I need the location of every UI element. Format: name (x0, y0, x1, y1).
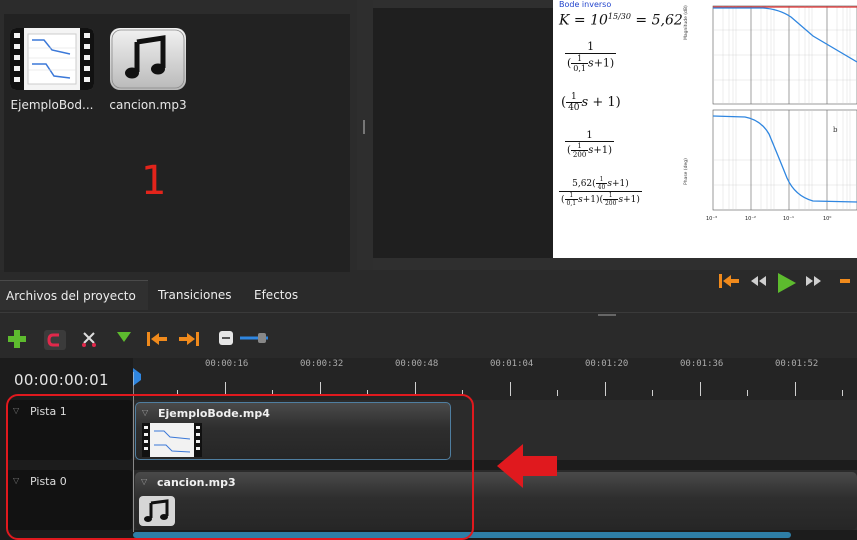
ruler-label: 00:01:04 (490, 359, 534, 369)
snap-magnet-icon[interactable] (44, 330, 66, 350)
timecode-display: 00:00:00:01 (0, 358, 133, 400)
track-pista-0: ▽ Pista 0 ▽ cancion.mp3 (0, 470, 857, 532)
file-item-audio[interactable]: cancion.mp3 (100, 28, 196, 112)
equation-transfer: 5,62(1 40 s+1)(1 0,1 s+1)(1 200 s+1) (559, 176, 642, 207)
previous-marker-icon[interactable] (146, 330, 168, 348)
tabs-divider (0, 312, 857, 313)
equation-pole-1: 1(1 0,1 s+1) (565, 40, 617, 73)
collapse-caret-icon[interactable]: ▽ (13, 476, 19, 485)
playhead-line (133, 372, 134, 532)
clip-video[interactable]: ▽ EjemploBode.mp4 (135, 402, 451, 460)
annotation-number: 1 (141, 158, 167, 204)
equation-pole-2: 1(1 200 s+1) (565, 130, 615, 159)
zoom-out-icon[interactable] (218, 330, 234, 346)
ruler-label: 00:00:48 (395, 359, 439, 369)
red-arrow-icon (497, 444, 557, 488)
track-lane[interactable]: ▽ EjemploBode.mp4 (133, 400, 857, 460)
zoom-slider[interactable] (238, 330, 270, 346)
track-pista-1: ▽ Pista 1 ▽ EjemploBode.mp4 (0, 400, 857, 462)
preview-letterbox (373, 8, 553, 258)
track-name: Pista 1 (30, 405, 67, 418)
project-files-panel: EjemploBod... cancion.mp3 1 (0, 0, 357, 272)
video-preview-panel: Bode inverso K = 1015/30 = 5,62 1(1 0,1 s+… (373, 0, 857, 270)
ruler-label: 00:00:16 (205, 359, 249, 369)
bode-xtick: 10⁻² (745, 216, 756, 222)
music-note-icon (110, 28, 186, 90)
preview-frame: Bode inverso K = 1015/30 = 5,62 1(1 0,1 s+… (553, 0, 857, 258)
timeline-horizontal-scrollbar[interactable] (133, 532, 791, 538)
equation-zero: (1 40 s + 1) (561, 92, 621, 113)
tab-project-files[interactable]: Archivos del proyecto (0, 280, 148, 310)
clip-title: EjemploBode.mp4 (158, 407, 270, 420)
razor-scissors-icon[interactable] (80, 330, 98, 348)
bode-ylabel-phase: Phase (deg) (683, 158, 689, 185)
track-header[interactable]: ▽ Pista 1 (6, 400, 132, 460)
equation-k: K = 1015/30 = 5,62 (559, 12, 683, 29)
bode-plot: Magnitude (dB) Phase (deg) b 10⁻³ 10⁻² 1… (683, 5, 857, 222)
openshot-window: EjemploBod... cancion.mp3 1 Bode inverso… (0, 0, 857, 540)
collapse-caret-icon[interactable]: ▽ (13, 406, 19, 415)
clip-audio[interactable]: ▽ cancion.mp3 (135, 472, 857, 530)
add-marker-icon[interactable] (116, 330, 132, 344)
video-clip-thumbnail-icon (142, 423, 202, 457)
bode-xtick: 10⁻¹ (783, 216, 794, 222)
file-label: EjemploBod... (10, 98, 94, 112)
file-label: cancion.mp3 (109, 98, 187, 112)
ruler-label: 00:01:20 (585, 359, 629, 369)
file-item-video[interactable]: EjemploBod... (4, 28, 100, 112)
clip-menu-caret-icon[interactable]: ▽ (142, 408, 148, 417)
video-thumbnail-icon (10, 28, 94, 90)
current-time: 00:00:00:01 (14, 371, 109, 389)
panel-splitter[interactable] (357, 0, 373, 270)
bode-xtick: 10⁰ (823, 216, 831, 222)
audio-clip-music-icon (139, 496, 175, 526)
bode-xtick: 10⁻³ (706, 216, 717, 222)
timeline-toolbar (0, 318, 857, 358)
ruler-label: 00:00:32 (300, 359, 344, 369)
doc-heading: Bode inverso (559, 0, 612, 9)
track-header[interactable]: ▽ Pista 0 (6, 470, 132, 530)
dock-tabs: Archivos del proyecto Transiciones Efect… (0, 280, 857, 312)
tab-effects[interactable]: Efectos (248, 280, 314, 310)
svg-text:b: b (833, 126, 838, 134)
timeline: 00:00:00:01 00:00:16 00:00:32 00:00:48 0… (0, 358, 857, 540)
dock-grip[interactable] (598, 314, 616, 316)
clip-title: cancion.mp3 (157, 476, 236, 489)
ruler-label: 00:01:36 (680, 359, 724, 369)
track-name: Pista 0 (30, 475, 67, 488)
ruler-label: 00:01:52 (775, 359, 819, 369)
track-lane[interactable]: ▽ cancion.mp3 (133, 470, 857, 530)
add-track-icon[interactable] (8, 330, 26, 348)
timeline-ruler[interactable]: 00:00:16 00:00:32 00:00:48 00:01:04 00:0… (133, 358, 857, 400)
project-files-list: EjemploBod... cancion.mp3 1 (4, 14, 350, 272)
tab-transitions[interactable]: Transiciones (152, 280, 244, 310)
clip-menu-caret-icon[interactable]: ▽ (141, 477, 147, 486)
bode-ylabel-magnitude: Magnitude (dB) (683, 5, 689, 40)
next-marker-icon[interactable] (178, 330, 200, 348)
playhead-marker-icon[interactable] (133, 368, 143, 388)
